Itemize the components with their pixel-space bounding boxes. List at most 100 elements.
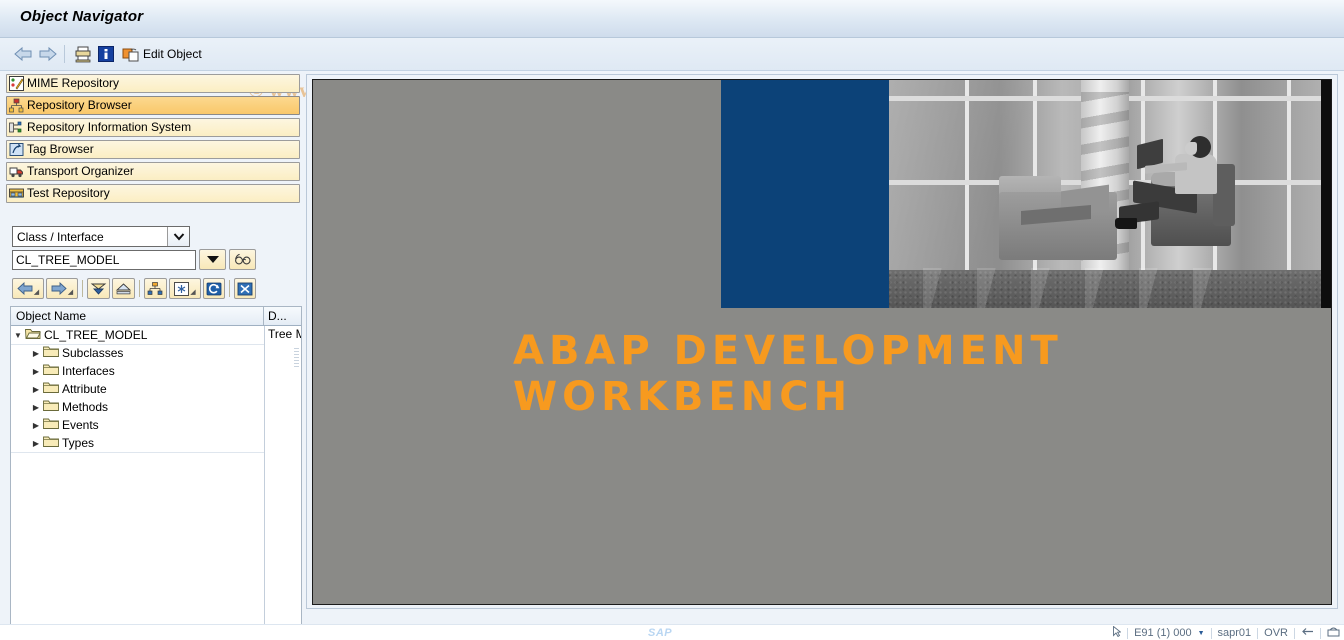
photo-mullion: [965, 80, 969, 270]
chevron-down-icon[interactable]: [167, 227, 189, 246]
sidebar-item-repository-information-system[interactable]: Repository Information System: [6, 118, 300, 137]
asterisk-icon: [174, 281, 190, 296]
tree-row-label: Subclasses: [62, 346, 124, 360]
object-name-dropdown-button[interactable]: [199, 249, 226, 270]
main-toolbar: Edit Object © www.tutorialkart.com: [0, 38, 1344, 102]
chevron-right-icon[interactable]: ▶: [29, 421, 43, 430]
chevron-down-icon[interactable]: ▼: [1198, 630, 1205, 637]
splash-accent-band: [721, 80, 883, 308]
tree-row-label: CL_TREE_MODEL: [44, 328, 148, 342]
forward-arrow-icon: [39, 46, 57, 62]
transport-organizer-icon: [9, 164, 24, 179]
edit-object-button[interactable]: Edit Object: [122, 43, 202, 65]
status-bar-right: E91 (1) 000 ▼ sapr01 OVR: [1113, 625, 1340, 640]
photo-person-torso: [1175, 154, 1217, 194]
sidebar-item-label: Tag Browser: [27, 142, 94, 156]
status-back-icon[interactable]: [1301, 627, 1314, 639]
information-icon: [98, 46, 114, 62]
photo-floor-light: [923, 268, 1223, 308]
cursor-icon: [1113, 625, 1122, 640]
chevron-right-icon[interactable]: ▶: [29, 439, 43, 448]
sidebar-item-tag-browser[interactable]: Tag Browser: [6, 140, 300, 159]
status-system[interactable]: E91 (1) 000: [1134, 627, 1191, 639]
toolbar-separator: [229, 280, 230, 297]
folder-icon: [43, 399, 59, 415]
tree-back-button[interactable]: ◢: [12, 278, 44, 299]
chevron-right-icon[interactable]: ▶: [29, 403, 43, 412]
tree-body: ▼ CL_TREE_MODEL Tree M ▶ Subclasses ▶ In…: [11, 326, 301, 624]
tree-forward-button[interactable]: ◢: [46, 278, 78, 299]
tree-header: Object Name D...: [11, 307, 301, 326]
tree-column-description[interactable]: D...: [264, 309, 301, 323]
dropdown-arrow-icon: [206, 256, 219, 263]
display-object-button[interactable]: [229, 249, 256, 270]
tree-column-object-name[interactable]: Object Name: [11, 307, 264, 325]
chevron-down-icon[interactable]: ▼: [11, 331, 25, 340]
tree-row-interfaces[interactable]: ▶ Interfaces: [11, 362, 301, 380]
status-separator: [1257, 627, 1259, 639]
collapse-all-button[interactable]: [112, 278, 135, 299]
splash-photo: [883, 80, 1331, 308]
tree-row-divider: [11, 452, 264, 453]
repository-browser-icon: [9, 98, 24, 113]
display-hierarchy-button[interactable]: [144, 278, 167, 299]
sidebar-item-repository-browser[interactable]: Repository Browser: [6, 96, 300, 115]
tree-row-root[interactable]: ▼ CL_TREE_MODEL: [11, 326, 301, 344]
information-button[interactable]: [98, 43, 114, 65]
mime-repository-icon: [9, 76, 24, 91]
expand-all-button[interactable]: [87, 278, 110, 299]
tree-row-subclasses[interactable]: ▶ Subclasses: [11, 344, 301, 362]
page-title: Object Navigator: [20, 8, 144, 25]
status-separator: [1210, 627, 1212, 639]
print-button[interactable]: [74, 43, 92, 65]
sidebar-item-transport-organizer[interactable]: Transport Organizer: [6, 162, 300, 181]
object-type-select[interactable]: Class / Interface: [12, 226, 190, 247]
close-tree-button[interactable]: [234, 278, 256, 299]
tree-row-description: Tree M: [268, 327, 301, 341]
sidebar-item-label: Repository Information System: [27, 120, 192, 134]
refresh-button[interactable]: [203, 278, 225, 299]
close-x-icon: [237, 282, 253, 295]
object-name-input[interactable]: [12, 249, 196, 270]
tree-row-methods[interactable]: ▶ Methods: [11, 398, 301, 416]
chevron-right-icon[interactable]: ▶: [29, 349, 43, 358]
status-bar: SAP E91 (1) 000 ▼ sapr01 OVR: [0, 624, 1344, 640]
forward-button[interactable]: [38, 43, 57, 65]
print-icon: [75, 46, 91, 63]
status-insert-mode[interactable]: OVR: [1264, 627, 1288, 639]
sidebar-item-label: Transport Organizer: [27, 164, 134, 178]
repository-nav-list: MIME Repository Repository Browser Repos…: [6, 74, 300, 206]
object-navigator-window: Object Navigator Edit Object MIME Reposi…: [0, 0, 1344, 640]
display-glasses-icon: [234, 253, 251, 265]
chevron-right-icon[interactable]: ▶: [29, 385, 43, 394]
tree-row-label: Methods: [62, 400, 109, 414]
sidebar-item-mime-repository[interactable]: MIME Repository: [6, 74, 300, 93]
dropdown-caret-icon: ◢: [67, 289, 74, 296]
back-button[interactable]: [14, 43, 33, 65]
tree-toolbar: ◢ ◢ ◢: [12, 278, 258, 299]
tree-row-label: Attribute: [62, 382, 107, 396]
sap-logo: SAP: [648, 627, 673, 639]
photo-person-shoe: [1115, 218, 1137, 229]
refresh-icon: [206, 282, 222, 295]
expand-down-icon: [90, 283, 107, 295]
server-icon[interactable]: [1327, 626, 1340, 640]
sidebar-item-label: Test Repository: [27, 186, 110, 200]
folder-icon: [43, 345, 59, 361]
right-arrow-icon: [51, 282, 67, 295]
tree-resize-grip[interactable]: [294, 348, 299, 370]
repository-information-system-icon: [9, 120, 24, 135]
object-type-value: Class / Interface: [17, 229, 104, 244]
tree-row-events[interactable]: ▶ Events: [11, 416, 301, 434]
tree-row-attribute[interactable]: ▶ Attribute: [11, 380, 301, 398]
chevron-right-icon[interactable]: ▶: [29, 367, 43, 376]
photo-mullion: [1141, 80, 1145, 270]
photo-person-face: [1185, 142, 1197, 155]
tree-row-types[interactable]: ▶ Types: [11, 434, 301, 452]
other-object-button[interactable]: ◢: [169, 278, 201, 299]
hierarchy-icon: [147, 281, 163, 295]
sidebar-item-label: Repository Browser: [27, 98, 132, 112]
tree-row-label: Types: [62, 436, 95, 450]
edit-object-label: Edit Object: [143, 47, 202, 61]
sidebar-item-test-repository[interactable]: Test Repository: [6, 184, 300, 203]
